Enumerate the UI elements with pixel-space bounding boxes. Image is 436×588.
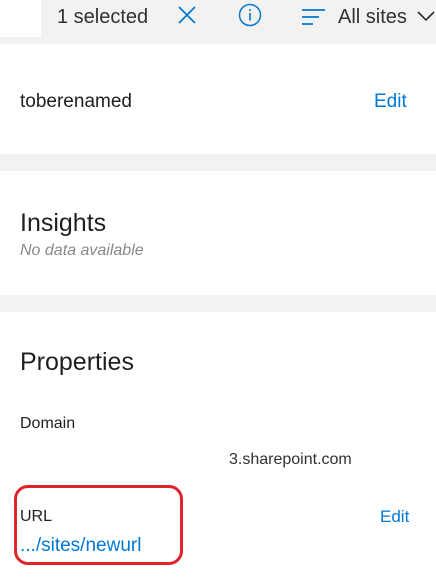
command-bar: 1 selected All sites [0,0,436,44]
close-icon [178,6,196,24]
insights-heading: Insights [20,209,107,237]
command-bar-left-panel [0,0,41,37]
site-url-link[interactable]: .../sites/newurl [20,535,141,557]
view-selector-button[interactable]: All sites [298,2,436,32]
filter-lines-icon [302,9,325,25]
chevron-down-icon [417,11,435,22]
info-icon [238,3,262,27]
domain-label: Domain [20,415,76,432]
view-selector-label: All sites [338,6,407,28]
section-divider [0,154,436,171]
clear-selection-button[interactable] [173,2,201,30]
selected-count-label: 1 selected [57,6,149,28]
insights-empty-text: No data available [20,242,144,259]
info-button[interactable] [236,2,264,30]
edit-site-name-link[interactable]: Edit [374,91,407,113]
site-name: toberenamed [20,91,132,112]
edit-url-link[interactable]: Edit [380,507,409,527]
domain-value: 3.sharepoint.com [229,451,352,468]
section-divider [0,295,436,312]
url-label: URL [20,508,53,525]
properties-heading: Properties [20,348,134,376]
